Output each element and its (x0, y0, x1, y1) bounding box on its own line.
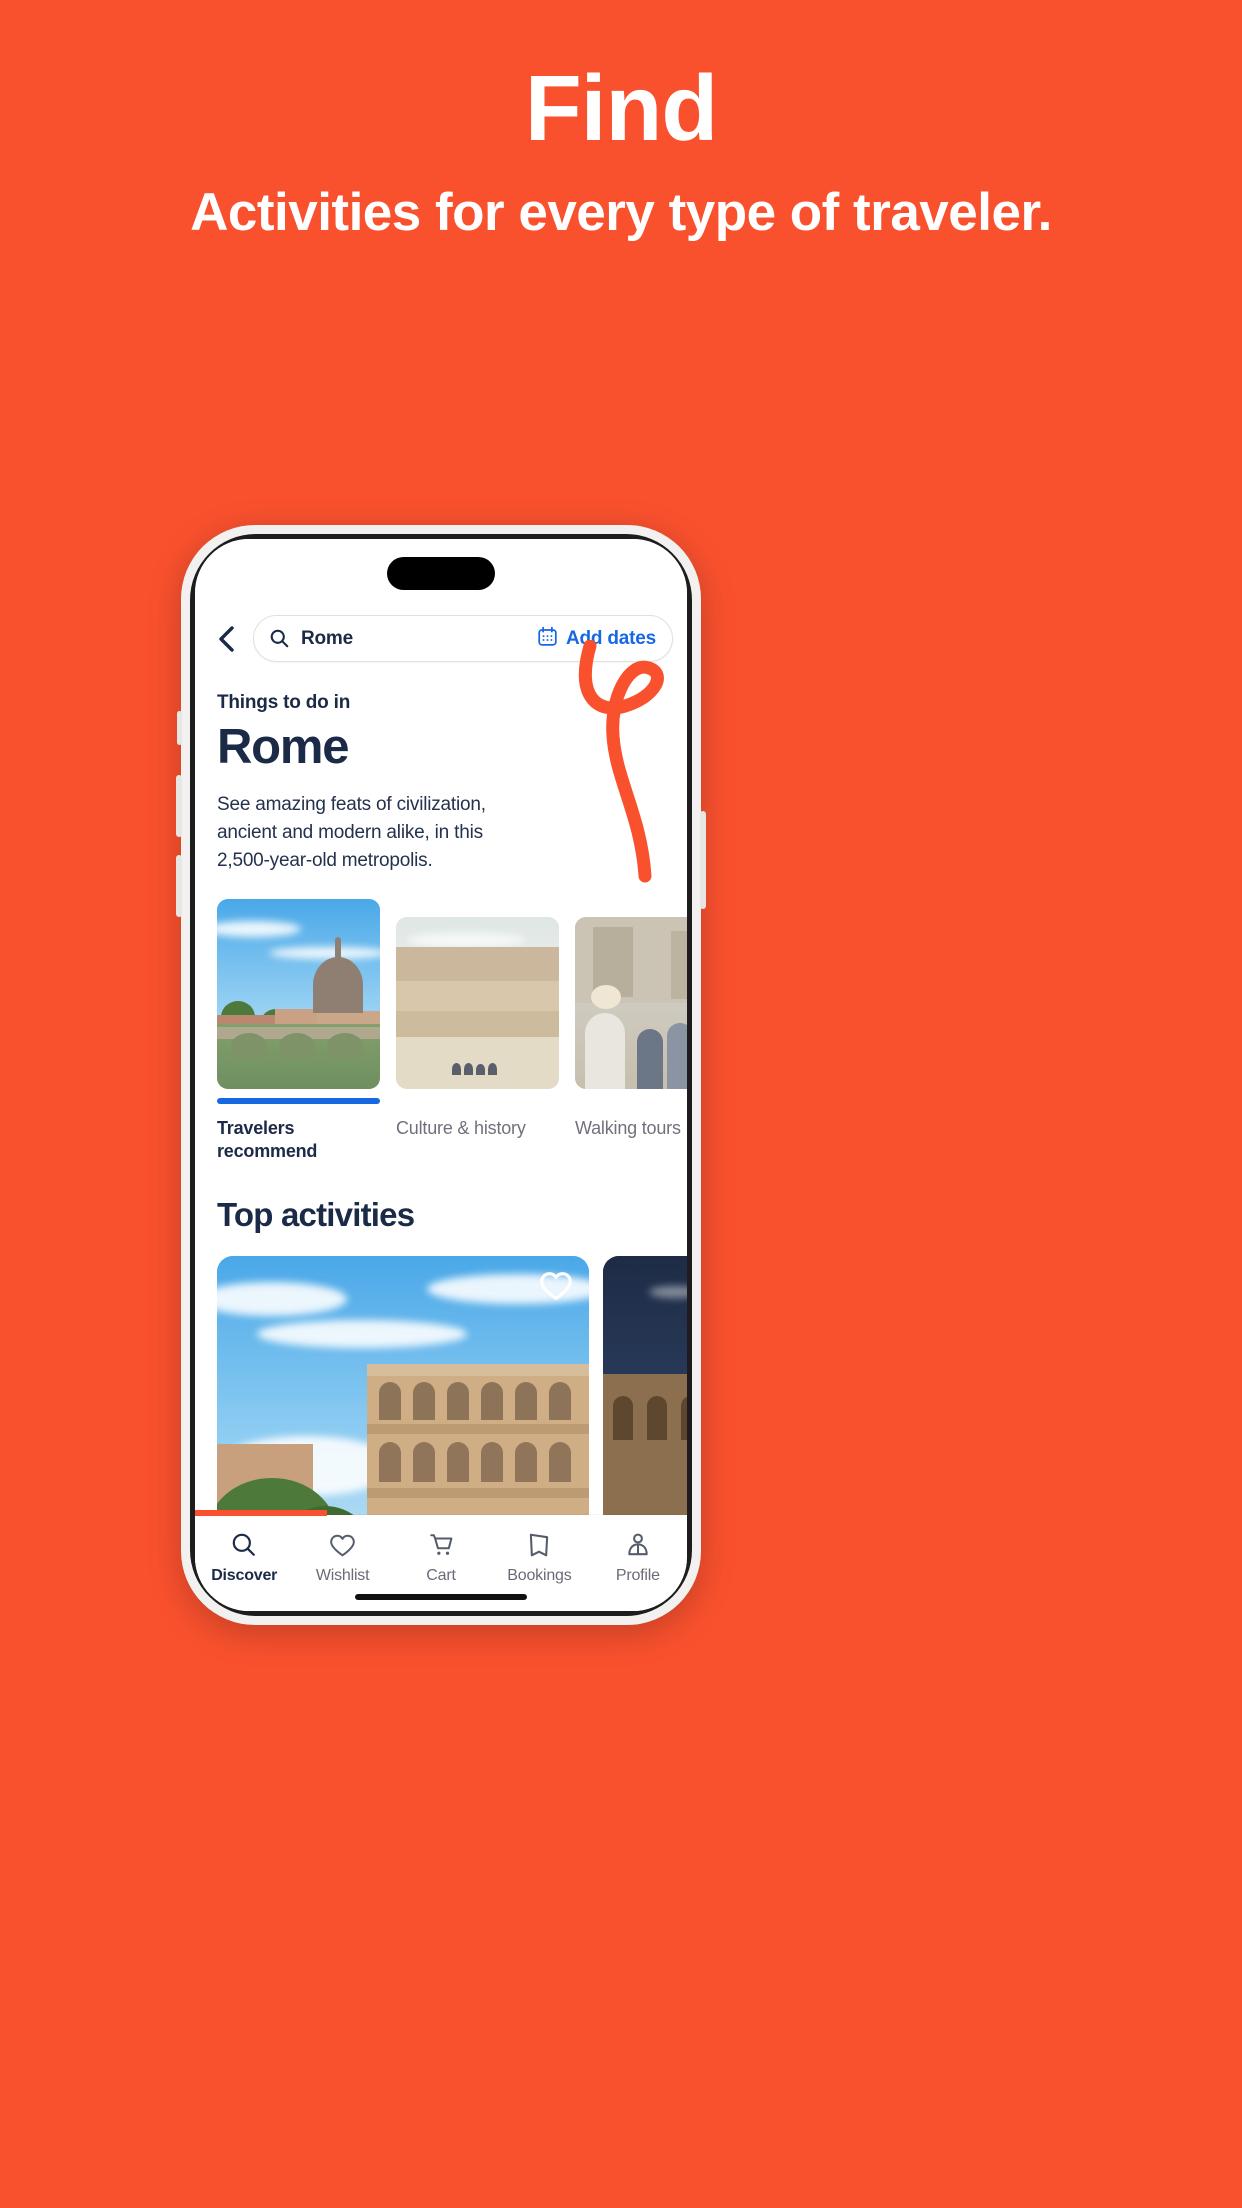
cart-icon (392, 1527, 490, 1563)
tab-cart[interactable]: Cart (392, 1527, 490, 1585)
search-icon (270, 629, 289, 648)
tab-bookings[interactable]: Bookings (490, 1527, 588, 1585)
tab-label: Bookings (507, 1567, 572, 1584)
category-thumbnail (217, 898, 380, 1089)
heart-icon (293, 1527, 391, 1563)
phone-volume-down[interactable] (176, 855, 182, 917)
phone-volume-up[interactable] (176, 775, 182, 837)
person-icon (589, 1527, 687, 1563)
heart-outline-icon (540, 1272, 572, 1301)
category-carousel[interactable]: Travelers recommend Culture & history Wa… (195, 875, 687, 1163)
category-thumbnail (575, 916, 687, 1089)
phone-screen: Rome Add dates Things to do in Rome See … (195, 539, 687, 1611)
category-tile-travelers-recommend[interactable]: Travelers recommend (217, 898, 380, 1163)
phone-mockup: Rome Add dates Things to do in Rome See … (176, 525, 706, 1625)
app-viewport: Rome Add dates Things to do in Rome See … (195, 539, 687, 1611)
category-thumbnail (396, 916, 559, 1089)
hero-description: See amazing feats of civilization, ancie… (217, 793, 486, 871)
hero-kicker: Things to do in (217, 692, 351, 713)
calendar-icon (537, 626, 558, 652)
category-label: Travelers recommend (217, 1117, 318, 1161)
dynamic-island (387, 557, 495, 590)
category-label: Culture & history (396, 1117, 526, 1138)
section-title-top-activities: Top activities (217, 1196, 415, 1234)
category-label: Walking tours (575, 1117, 681, 1138)
phone-mute-switch[interactable] (177, 711, 182, 745)
category-tile-walking-tours[interactable]: Walking tours (575, 899, 687, 1163)
category-active-indicator (217, 1097, 380, 1104)
home-indicator (355, 1594, 527, 1600)
tab-label: Cart (426, 1567, 456, 1584)
tab-discover[interactable]: Discover (195, 1527, 293, 1585)
search-field[interactable]: Rome Add dates (253, 615, 673, 662)
add-dates-button[interactable]: Add dates (537, 626, 658, 652)
tab-label: Wishlist (315, 1567, 370, 1584)
add-dates-label: Add dates (565, 627, 656, 649)
search-input-value[interactable]: Rome (301, 628, 537, 650)
favorite-button[interactable] (539, 1270, 573, 1307)
hero-section: Things to do in Rome See amazing feats o… (195, 640, 687, 883)
promo-title: Find (524, 56, 718, 160)
scroll-progress-indicator (195, 1510, 327, 1516)
ticket-icon (490, 1527, 588, 1563)
category-tile-culture-history[interactable]: Culture & history (396, 899, 559, 1163)
promo-header: Find Activities for every type of travel… (0, 0, 1242, 246)
phone-power-button[interactable] (700, 811, 706, 909)
search-icon (195, 1527, 293, 1563)
back-button[interactable] (209, 619, 243, 659)
chevron-left-icon (219, 625, 234, 652)
tab-profile[interactable]: Profile (589, 1527, 687, 1585)
promo-subtitle: Activities for every type of traveler. (190, 183, 1052, 242)
tab-wishlist[interactable]: Wishlist (293, 1527, 391, 1585)
tab-label: Profile (615, 1567, 660, 1584)
hero-city-title: Rome (217, 720, 350, 774)
tab-label: Discover (211, 1567, 278, 1584)
